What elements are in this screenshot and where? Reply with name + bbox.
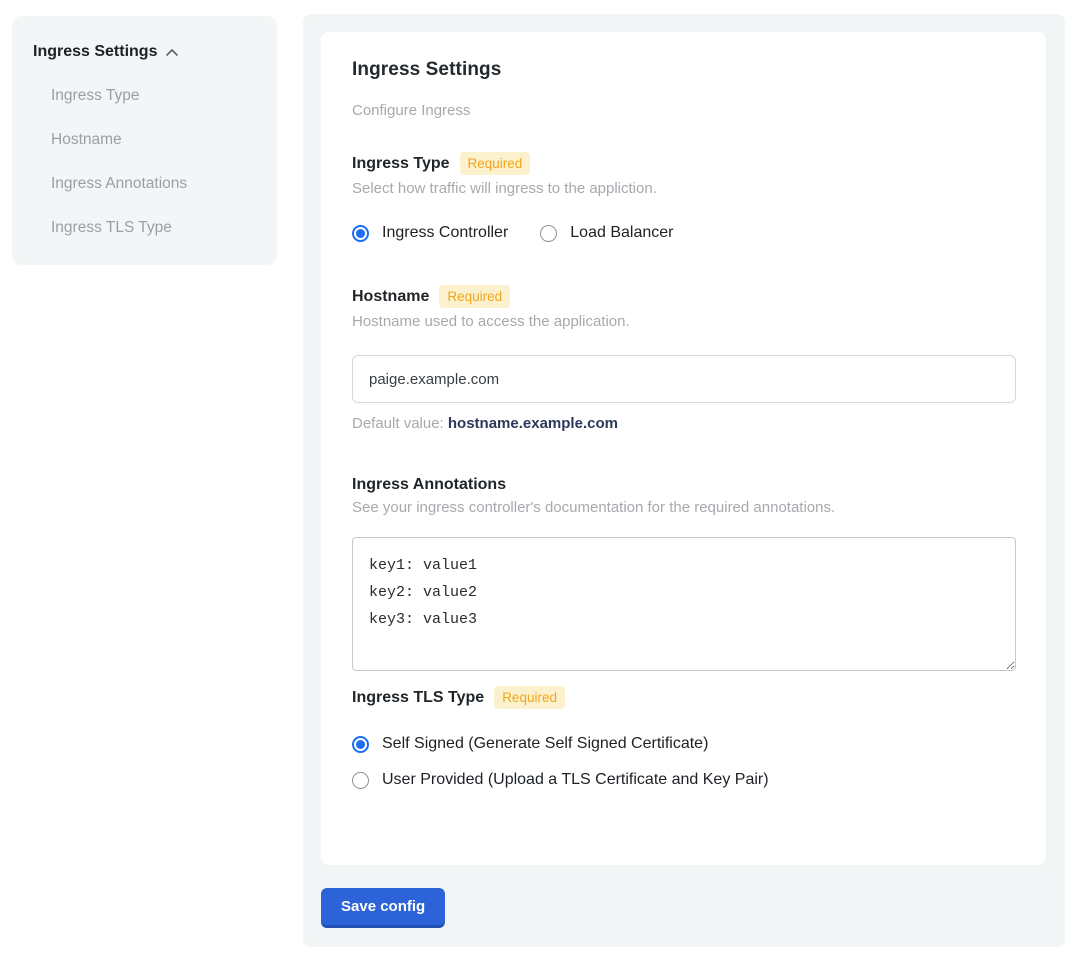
radio-label: Load Balancer	[570, 224, 673, 242]
sidebar-item-hostname[interactable]: Hostname	[51, 131, 257, 149]
hostname-default-value: Default value: hostname.example.com	[352, 415, 1015, 432]
sidebar-item-ingress-annotations[interactable]: Ingress Annotations	[51, 175, 257, 193]
chevron-up-icon	[165, 46, 179, 60]
ingress-type-label: Ingress Type	[352, 155, 450, 173]
ingress-settings-card: Ingress Settings Configure Ingress Ingre…	[321, 32, 1046, 865]
section-ingress-tls-type: Ingress TLS Type Required Self Signed (G…	[352, 686, 1015, 789]
radio-label: User Provided (Upload a TLS Certificate …	[382, 771, 769, 789]
settings-sidebar: Ingress Settings Ingress Type Hostname I…	[12, 16, 277, 265]
ingress-type-description: Select how traffic will ingress to the a…	[352, 180, 1015, 197]
section-ingress-annotations: Ingress Annotations See your ingress con…	[352, 476, 1015, 671]
radio-unchecked-icon[interactable]	[352, 772, 369, 789]
hostname-label: Hostname	[352, 288, 429, 306]
radio-label: Ingress Controller	[382, 224, 508, 242]
radio-option-load-balancer[interactable]: Load Balancer	[540, 224, 673, 242]
sidebar-item-ingress-tls-type[interactable]: Ingress TLS Type	[51, 219, 257, 237]
default-prefix: Default value:	[352, 415, 448, 432]
section-hostname: Hostname Required Hostname used to acces…	[352, 285, 1015, 432]
hostname-description: Hostname used to access the application.	[352, 313, 1015, 330]
sidebar-item-ingress-type[interactable]: Ingress Type	[51, 87, 257, 105]
radio-checked-icon[interactable]	[352, 736, 369, 753]
hostname-input[interactable]	[352, 355, 1016, 403]
radio-label: Self Signed (Generate Self Signed Certif…	[382, 735, 708, 753]
annotations-textarea[interactable]: key1: value1 key2: value2 key3: value3	[352, 537, 1016, 671]
radio-option-user-provided[interactable]: User Provided (Upload a TLS Certificate …	[352, 771, 1015, 789]
section-ingress-type: Ingress Type Required Select how traffic…	[352, 152, 1015, 242]
annotations-label: Ingress Annotations	[352, 476, 506, 494]
ingress-settings-panel: Ingress Settings Configure Ingress Ingre…	[303, 14, 1065, 947]
tls-type-options: Self Signed (Generate Self Signed Certif…	[352, 735, 1015, 789]
required-badge: Required	[460, 152, 531, 175]
radio-option-self-signed[interactable]: Self Signed (Generate Self Signed Certif…	[352, 735, 1015, 753]
required-badge: Required	[439, 285, 510, 308]
sidebar-items: Ingress Type Hostname Ingress Annotation…	[33, 87, 257, 237]
radio-option-ingress-controller[interactable]: Ingress Controller	[352, 224, 508, 242]
annotations-description: See your ingress controller's documentat…	[352, 499, 1015, 516]
radio-unchecked-icon[interactable]	[540, 225, 557, 242]
radio-checked-icon[interactable]	[352, 225, 369, 242]
ingress-type-options: Ingress Controller Load Balancer	[352, 224, 1015, 242]
sidebar-section-toggle[interactable]: Ingress Settings	[33, 43, 257, 61]
page-title: Ingress Settings	[352, 59, 1015, 81]
tls-type-label: Ingress TLS Type	[352, 689, 484, 707]
save-config-button[interactable]: Save config	[321, 888, 445, 928]
default-hostname: hostname.example.com	[448, 415, 618, 432]
required-badge: Required	[494, 686, 565, 709]
page-subtitle: Configure Ingress	[352, 102, 1015, 119]
sidebar-section-title: Ingress Settings	[33, 43, 157, 61]
